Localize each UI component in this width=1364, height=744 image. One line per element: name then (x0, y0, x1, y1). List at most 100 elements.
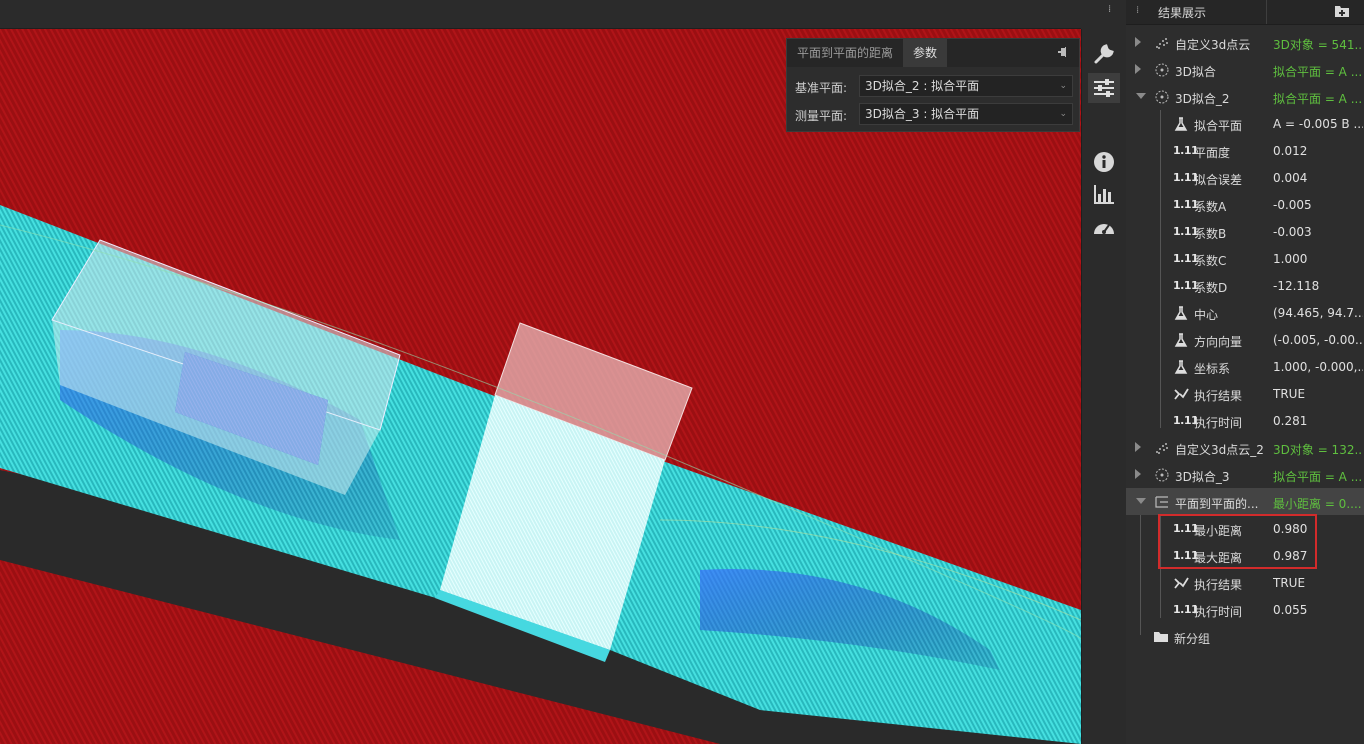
flask-icon-glyph (1174, 117, 1188, 131)
tree-item-name: 执行结果 (1194, 389, 1243, 403)
tree-item-value: 最小距离 = 0.... (1273, 497, 1362, 511)
tree-item-value: 3D对象 = 132... (1273, 443, 1363, 457)
tree-item-name: 执行时间 (1194, 605, 1243, 619)
number-icon: 1.11 (1173, 144, 1199, 157)
flask-icon (1173, 332, 1189, 348)
tree-node[interactable]: 自定义3d点云_2 3D对象 = 132... (1126, 434, 1364, 461)
tree-leaf[interactable]: 1.11 系数D -12.118 (1126, 272, 1364, 299)
tree-leaf[interactable]: 方向向量 (-0.005, -0.00... (1126, 326, 1364, 353)
sliders-icon (1094, 79, 1114, 97)
tree-item-name: 执行结果 (1194, 578, 1243, 592)
flask-icon (1173, 359, 1189, 375)
expand-right-icon[interactable] (1135, 37, 1141, 47)
tree-node[interactable]: 3D拟合_2 拟合平面 = A ... (1126, 83, 1364, 110)
panel-grip-icon[interactable]: ⁞ (1136, 5, 1139, 16)
tree-item-name: 拟合误差 (1194, 173, 1243, 187)
tree-item-name: 系数B (1194, 227, 1227, 241)
tree-item-value: A = -0.005 B ... (1273, 117, 1363, 131)
expand-right-icon[interactable] (1135, 469, 1141, 479)
tree-item-name: 自定义3d点云_2 (1175, 443, 1264, 457)
tree-item-name: 系数A (1194, 200, 1227, 214)
folder-icon (1153, 629, 1169, 645)
tree-leaf[interactable]: 1.11 拟合误差 0.004 (1126, 164, 1364, 191)
fit-icon (1154, 89, 1170, 105)
number-icon: 1.11 (1173, 414, 1199, 427)
results-title: 结果展示 (1158, 6, 1207, 20)
pointcloud-icon-glyph (1156, 443, 1168, 454)
3d-viewport[interactable] (0, 29, 1081, 744)
pointcloud-icon (1154, 440, 1170, 456)
fit-icon-glyph (1155, 468, 1169, 482)
settings-button[interactable] (1088, 73, 1120, 103)
measure-icon (1154, 494, 1170, 510)
results-header: ⁞ 结果展示 (1126, 0, 1364, 25)
tree-leaf[interactable]: 1.11 系数C 1.000 (1126, 245, 1364, 272)
tree-leaf[interactable]: 中心 (94.465, 94.7... (1126, 299, 1364, 326)
tree-leaf[interactable]: 执行结果 TRUE (1126, 569, 1364, 596)
fit-icon (1154, 62, 1170, 78)
tree-node[interactable]: 自定义3d点云 3D对象 = 541... (1126, 29, 1364, 56)
tree-item-value: -0.005 (1273, 198, 1312, 212)
gauge-button[interactable] (1088, 213, 1120, 243)
tab-plane-distance[interactable]: 平面到平面的距离 (787, 39, 903, 67)
tree-item-value: 拟合平面 = A ... (1273, 65, 1363, 79)
tree-leaf[interactable]: 拟合平面 A = -0.005 B ... (1126, 110, 1364, 137)
base-plane-label: 基准平面: (795, 81, 848, 95)
check-icon (1173, 575, 1189, 591)
tree-leaf[interactable]: 1.11 平面度 0.012 (1126, 137, 1364, 164)
tree-item-value: (94.465, 94.7... (1273, 306, 1363, 320)
tree-item-value: 1.000 (1273, 252, 1308, 266)
tree-leaf[interactable]: 执行结果 TRUE (1126, 380, 1364, 407)
wrench-button[interactable] (1088, 39, 1120, 69)
tree-item-value: -0.003 (1273, 225, 1312, 239)
collapse-panel-handle[interactable]: ⁞ (1108, 4, 1118, 18)
tree-item-value: 0.281 (1273, 414, 1308, 428)
expand-down-icon[interactable] (1136, 498, 1146, 504)
tree-item-value: 0.012 (1273, 144, 1308, 158)
chart-button[interactable] (1088, 179, 1120, 209)
number-icon: 1.11 (1173, 603, 1199, 616)
pin-icon[interactable] (1055, 45, 1069, 59)
expand-down-icon[interactable] (1136, 93, 1146, 99)
flask-icon (1173, 116, 1189, 132)
tree-item-name: 执行时间 (1194, 416, 1243, 430)
chart-icon (1094, 185, 1114, 204)
pointcloud-icon-glyph (1156, 38, 1168, 49)
tree-leaf[interactable]: 坐标系 1.000, -0.000,... (1126, 353, 1364, 380)
base-plane-select[interactable]: 3D拟合_2 : 拟合平面 ⌄ (859, 75, 1073, 97)
tree-item-value: TRUE (1273, 576, 1306, 590)
tree-item-value: 0.004 (1273, 171, 1308, 185)
tab-parameters[interactable]: 参数 (903, 39, 948, 67)
tree-item-value: 拟合平面 = A ... (1273, 470, 1363, 484)
tree-item-name: 拟合平面 (1194, 119, 1243, 133)
tool-strip (1081, 29, 1127, 744)
tree-node[interactable]: 平面到平面的... 最小距离 = 0.... (1126, 488, 1364, 515)
folder-icon-glyph (1154, 632, 1168, 642)
fit-icon-glyph (1155, 90, 1169, 104)
tree-item-name: 中心 (1194, 308, 1219, 322)
tree-node[interactable]: 3D拟合_3 拟合平面 = A ... (1126, 461, 1364, 488)
fit-icon (1154, 467, 1170, 483)
tree-leaf[interactable]: 1.11 系数B -0.003 (1126, 218, 1364, 245)
measure-plane-value: 3D拟合_3 : 拟合平面 (865, 107, 980, 121)
tree-connector-line (1160, 110, 1161, 428)
tree-leaf[interactable]: 1.11 系数A -0.005 (1126, 191, 1364, 218)
tree-item-name: 平面度 (1194, 146, 1231, 160)
gauge-icon (1094, 224, 1114, 234)
measure-plane-select[interactable]: 3D拟合_3 : 拟合平面 ⌄ (859, 103, 1073, 125)
tree-item-name: 系数D (1194, 281, 1228, 295)
add-folder-icon[interactable] (1334, 4, 1350, 18)
tree-item-value: -12.118 (1273, 279, 1320, 293)
flask-icon-glyph (1174, 333, 1188, 347)
tree-leaf[interactable]: 1.11 执行时间 0.055 (1126, 596, 1364, 623)
tree-item-value: (-0.005, -0.00... (1273, 333, 1363, 347)
viewport-top-strip (0, 0, 1081, 29)
expand-right-icon[interactable] (1135, 442, 1141, 452)
number-icon: 1.11 (1173, 225, 1199, 238)
tree-node[interactable]: 新分组 (1126, 623, 1364, 650)
info-button[interactable] (1088, 147, 1120, 177)
tree-leaf[interactable]: 1.11 执行时间 0.281 (1126, 407, 1364, 434)
wrench-icon (1094, 44, 1114, 64)
expand-right-icon[interactable] (1135, 64, 1141, 74)
tree-node[interactable]: 3D拟合 拟合平面 = A ... (1126, 56, 1364, 83)
